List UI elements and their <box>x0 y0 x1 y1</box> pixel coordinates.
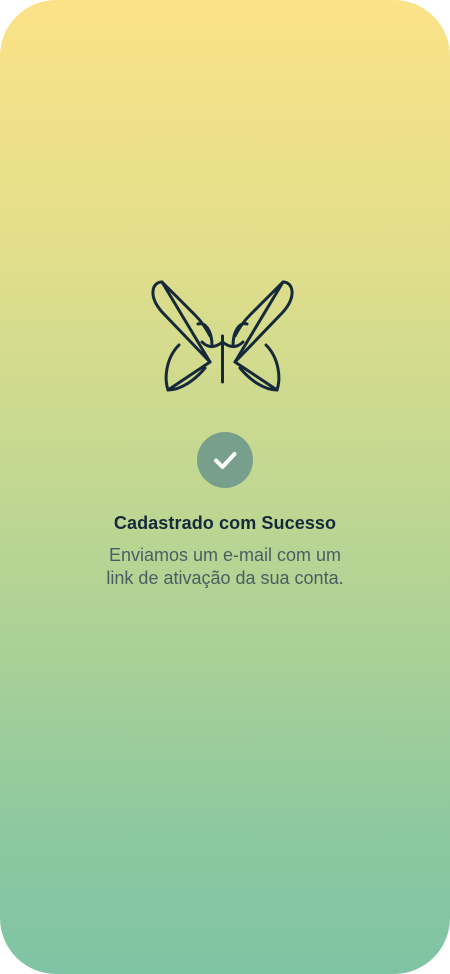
success-screen: Cadastrado com Sucesso Enviamos um e-mai… <box>0 0 450 974</box>
success-title: Cadastrado com Sucesso <box>113 513 337 533</box>
butterfly-logo-icon <box>151 280 294 392</box>
success-message: Enviamos um e-mail com um link de ativaç… <box>60 544 390 590</box>
success-badge <box>197 432 253 488</box>
message-line: link de ativação da sua conta. <box>106 568 344 588</box>
message-line: Enviamos um e-mail com um <box>108 545 342 565</box>
check-icon <box>214 452 237 469</box>
